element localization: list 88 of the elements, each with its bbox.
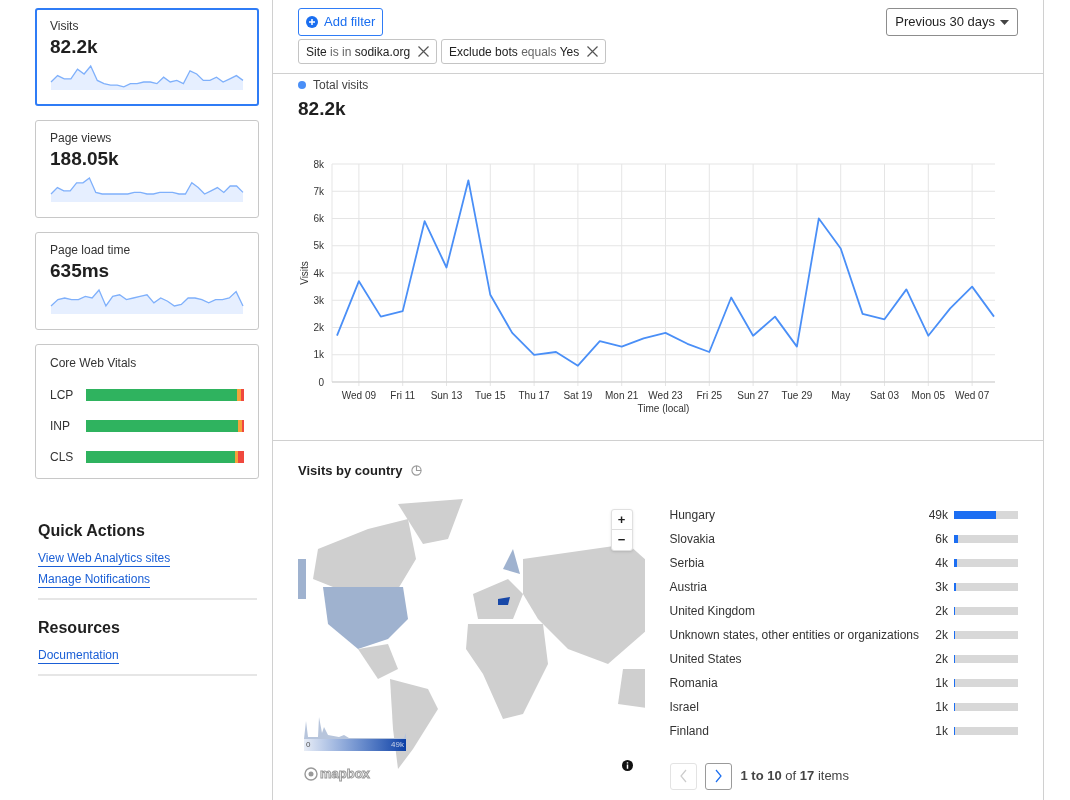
x-tick-label: Wed 23 [648,389,683,401]
link[interactable]: View Web Analytics sites [38,551,171,567]
country-value: 4k [934,554,948,572]
card-label: Page load time [50,242,132,259]
card-value: 82.2k [50,35,99,59]
zoom-in-button[interactable]: + [611,509,632,530]
x-tick-label: Sun 27 [737,389,769,401]
date-range-dropdown[interactable]: Previous 30 days [886,8,1018,36]
filter-text: Exclude bots equals Yes [449,43,580,61]
section-heading: Quick Actions [38,521,146,541]
card-label: Visits [50,18,80,35]
section-heading: Resources [38,618,121,638]
x-tick-label: Mon 05 [911,389,945,401]
country-value: 2k [934,602,948,620]
logo-icon [304,766,318,781]
link[interactable]: Manage Notifications [38,572,151,588]
section-title: Visits by country [298,462,403,480]
x-tick-label: Fri 25 [696,389,723,401]
chevron-right-icon [714,769,722,783]
metric-label: LCP [50,387,75,404]
country-value: 49k [927,506,948,524]
x-tick-label: May [831,389,851,401]
scale-min-label: 0 [306,740,311,749]
x-tick-label: Thu 17 [518,389,550,401]
country-name: Serbia [669,554,706,572]
metric-card[interactable]: Page views 188.05k [35,120,259,218]
y-tick-label: 0 [318,376,324,387]
x-tick-label: Sun 13 [430,389,463,401]
legend-label: Total visits [313,77,369,94]
close-icon[interactable] [587,46,599,57]
y-axis-title: Visits [299,260,310,285]
x-tick-label: Tue 29 [781,389,813,401]
y-tick-label: 4k [313,267,324,278]
x-tick-label: Wed 09 [341,389,377,401]
x-tick-label: Sat 19 [563,389,593,401]
scale-max-label: 49k [391,740,404,749]
country-value: 2k [934,626,948,644]
country-value: 6k [934,530,948,548]
next-page-button[interactable] [704,762,732,790]
metric-label: INP [50,418,71,435]
country-name: Israel [669,698,700,716]
country-name: United Kingdom [669,602,756,620]
x-tick-label: Wed 07 [954,389,990,401]
total-value: 82.2k [298,97,347,121]
country-value: 1k [934,698,948,716]
card-label: Page views [50,130,113,147]
card-value: 188.05k [50,147,120,171]
pie-chart-icon [410,465,422,477]
info-icon[interactable] [621,759,633,771]
filter-chip[interactable]: Site is in sodika.org [298,39,438,64]
filter-chip[interactable]: Exclude bots equals Yes [441,39,607,64]
add-filter-button[interactable]: Add filter [298,8,384,36]
country-value: 1k [934,722,948,740]
metric-card[interactable]: Visits 82.2k [35,8,259,106]
country-name: Unknown states, other entities or organizations [669,626,919,644]
country-name: Hungary [669,506,716,524]
y-tick-label: 5k [313,239,324,251]
close-icon[interactable] [418,46,430,57]
zoom-out-button[interactable]: − [611,529,632,550]
y-tick-label: 1k [313,348,324,360]
pagination-summary: 1 to 10 of 17 items [740,767,849,786]
metric-label: CLS [50,449,75,466]
caret-icon [1000,19,1009,25]
card-title: Core Web Vitals [50,355,138,372]
x-tick-label: Tue 15 [474,389,506,401]
x-tick-label: Fri 11 [390,389,416,401]
country-name: Romania [669,674,719,692]
link[interactable]: Documentation [38,648,119,664]
filter-text: Site is in sodika.org [306,43,411,61]
y-tick-label: 8k [313,158,324,169]
country-name: Finland [669,722,710,740]
country-value: 3k [934,578,948,596]
metric-card[interactable]: Page load time 635ms [35,232,259,330]
x-axis-title: Time (local) [637,402,690,414]
y-tick-label: 3k [313,294,324,306]
card-value: 635ms [50,259,111,283]
country-name: United States [669,650,743,668]
y-tick-label: 6k [313,212,324,224]
country-name: Austria [669,578,708,596]
y-tick-label: 2k [313,321,324,333]
y-tick-label: 7k [313,185,324,197]
x-tick-label: Sat 03 [870,389,899,401]
country-value: 2k [934,650,948,668]
country-name: Slovakia [669,530,716,548]
x-tick-label: Mon 21 [605,389,639,401]
chevron-left-icon [679,769,687,783]
plus-circle-icon [306,16,318,28]
country-value: 1k [934,674,948,692]
